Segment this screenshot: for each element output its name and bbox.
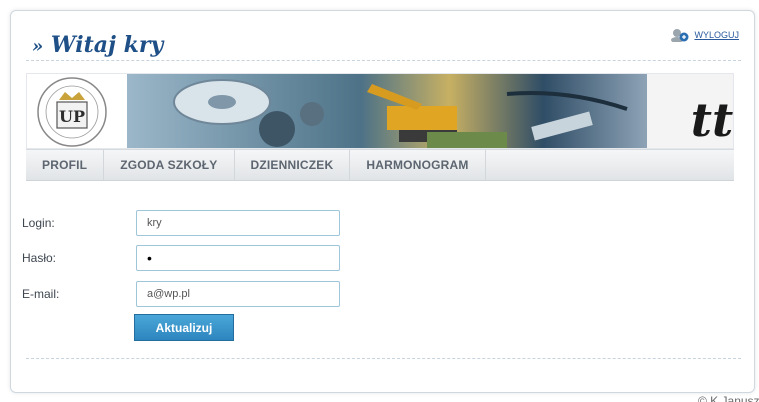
logout-link[interactable]: WYLOGUJ bbox=[670, 28, 739, 43]
menu-item-dzienniczek[interactable]: DZIENNICZEK bbox=[235, 150, 351, 180]
copyright-text: © K.Janusz bbox=[698, 394, 759, 402]
menu-item-zgoda-szkoly[interactable]: ZGODA SZKOŁY bbox=[104, 150, 235, 180]
user-logout-icon bbox=[670, 28, 690, 43]
login-label: Login: bbox=[22, 216, 55, 230]
email-label: E-mail: bbox=[22, 287, 60, 301]
main-panel bbox=[10, 10, 755, 393]
email-input[interactable] bbox=[136, 281, 340, 307]
banner-right-letters: tt bbox=[691, 93, 734, 147]
divider-bottom bbox=[26, 358, 741, 359]
welcome-prefix: » bbox=[32, 36, 44, 57]
menu-item-profil[interactable]: PROFIL bbox=[26, 150, 105, 180]
main-menu: PROFIL ZGODA SZKOŁY DZIENNICZEK HARMONOG… bbox=[26, 149, 734, 181]
page-title: » Witaj kry bbox=[32, 32, 163, 58]
divider-top bbox=[26, 60, 741, 61]
update-button[interactable]: Aktualizuj bbox=[134, 314, 234, 341]
header-banner: UP tt bbox=[26, 73, 734, 149]
password-input[interactable] bbox=[136, 245, 340, 271]
login-input[interactable] bbox=[136, 210, 340, 236]
menu-item-harmonogram[interactable]: HARMONOGRAM bbox=[350, 150, 486, 180]
logo-letters: UP bbox=[59, 107, 85, 126]
welcome-text: Witaj kry bbox=[50, 32, 164, 58]
password-label: Hasło: bbox=[22, 251, 57, 265]
logout-label[interactable]: WYLOGUJ bbox=[694, 30, 739, 40]
